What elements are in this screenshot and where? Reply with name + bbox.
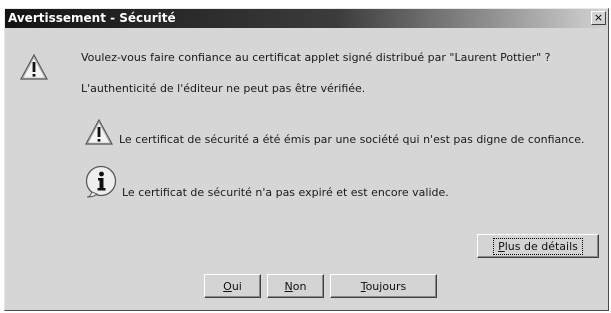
- no-mnemonic: N: [284, 279, 293, 293]
- valid-certificate-text: Le certificat de sécurité n'a pas expiré…: [122, 186, 449, 199]
- publisher-warning-text: L'authenticité de l'éditeur ne peut pas …: [81, 82, 366, 95]
- yes-label: ui: [231, 279, 242, 293]
- yes-mnemonic: O: [223, 279, 232, 293]
- warning-icon: [84, 118, 114, 145]
- yes-button[interactable]: Oui: [204, 274, 261, 298]
- untrusted-issuer-text: Le certificat de sécurité a été émis par…: [119, 133, 585, 146]
- info-icon: [85, 165, 117, 198]
- close-icon: ×: [593, 11, 604, 24]
- dialog-title: Avertissement - Sécurité: [8, 11, 176, 25]
- more-details-label: lus de détails: [504, 239, 578, 253]
- more-details-mnemonic: P: [498, 239, 505, 253]
- security-warning-dialog: Avertissement - Sécurité × Voulez-vous f…: [4, 8, 609, 311]
- title-bar[interactable]: Avertissement - Sécurité ×: [5, 9, 608, 28]
- trust-question-text: Voulez-vous faire confiance au certifica…: [81, 51, 551, 64]
- always-button[interactable]: Toujours: [330, 274, 437, 298]
- no-label: on: [292, 279, 307, 293]
- more-details-button[interactable]: Plus de détails: [477, 234, 599, 258]
- warning-icon: [19, 53, 49, 80]
- always-label: oujours: [365, 279, 407, 293]
- close-button[interactable]: ×: [591, 11, 606, 25]
- no-button[interactable]: Non: [267, 274, 324, 298]
